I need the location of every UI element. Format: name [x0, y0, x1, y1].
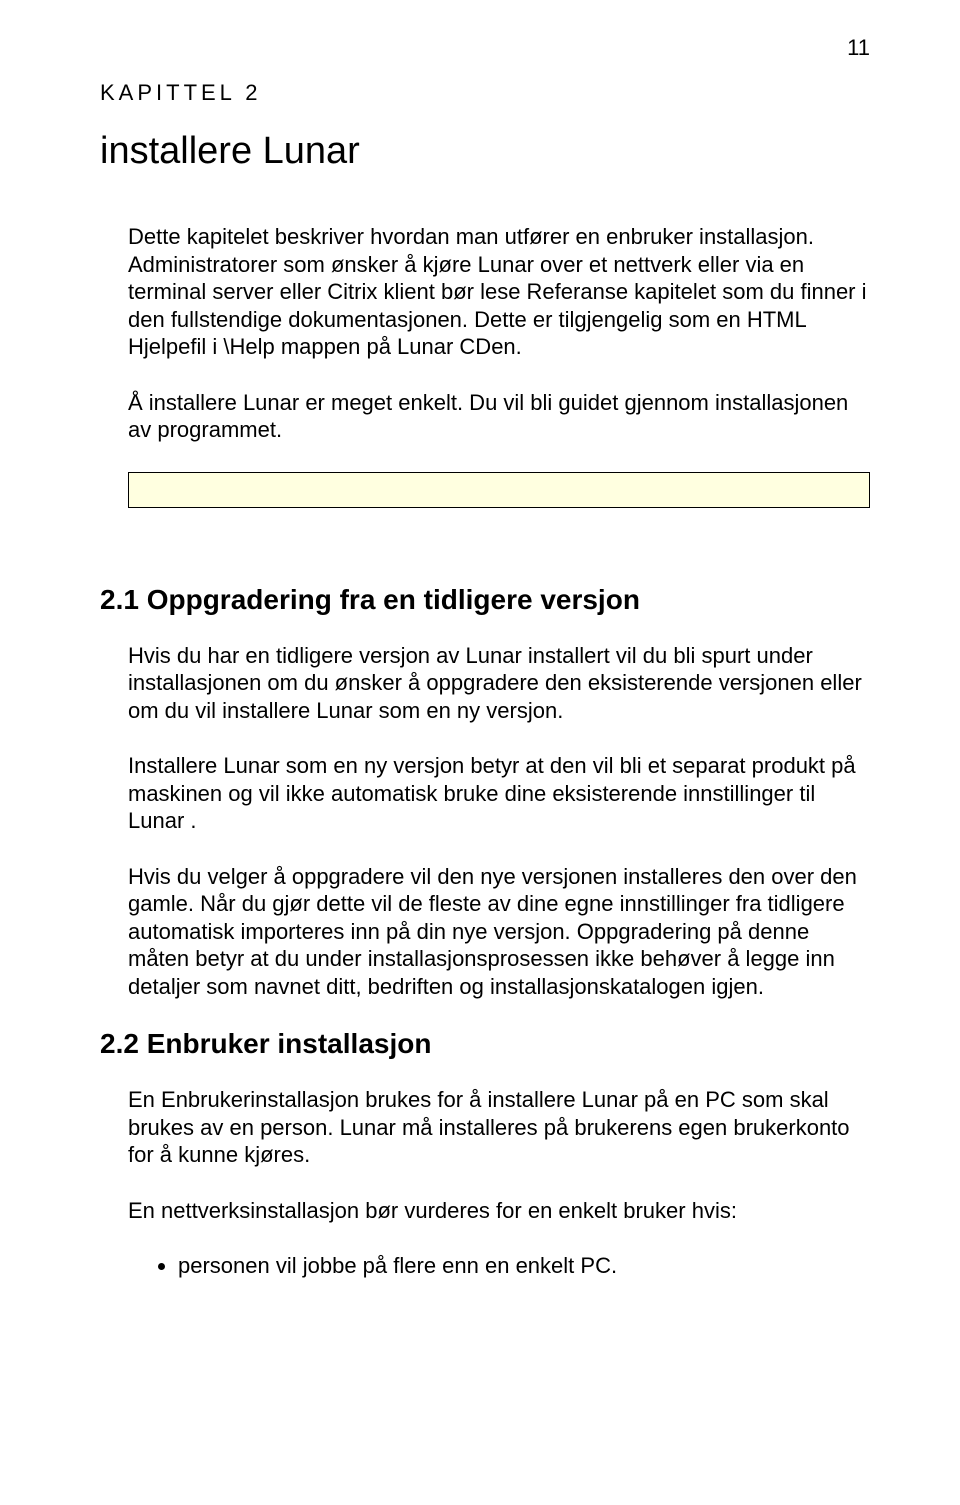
section-2-2-body: En Enbrukerinstallasjon brukes for å ins…	[128, 1086, 870, 1280]
section-2-2-p2: En nettverksinstallasjon bør vurderes fo…	[128, 1197, 870, 1225]
document-page: 11 KAPITTEL 2 installere Lunar Dette kap…	[0, 0, 960, 1505]
intro-paragraph-1: Dette kapitelet beskriver hvordan man ut…	[128, 223, 870, 361]
page-number: 11	[847, 35, 870, 61]
section-2-2-p1: En Enbrukerinstallasjon brukes for å ins…	[128, 1086, 870, 1169]
section-2-1-p2: Installere Lunar som en ny versjon betyr…	[128, 752, 870, 835]
note-box	[128, 472, 870, 508]
section-2-1-p3: Hvis du velger å oppgradere vil den nye …	[128, 863, 870, 1001]
list-item: personen vil jobbe på flere enn en enkel…	[178, 1252, 870, 1280]
section-2-1-heading: 2.1 Oppgradering fra en tidligere versjo…	[100, 584, 870, 616]
section-2-1-body: Hvis du har en tidligere versjon av Luna…	[128, 642, 870, 1001]
chapter-title: installere Lunar	[100, 130, 870, 173]
section-2-2-bullets: personen vil jobbe på flere enn en enkel…	[128, 1252, 870, 1280]
chapter-label: KAPITTEL 2	[100, 80, 870, 106]
chapter-intro: Dette kapitelet beskriver hvordan man ut…	[128, 223, 870, 508]
section-2-2-heading: 2.2 Enbruker installasjon	[100, 1028, 870, 1060]
section-2-1-p1: Hvis du har en tidligere versjon av Luna…	[128, 642, 870, 725]
intro-paragraph-2: Å installere Lunar er meget enkelt. Du v…	[128, 389, 870, 444]
